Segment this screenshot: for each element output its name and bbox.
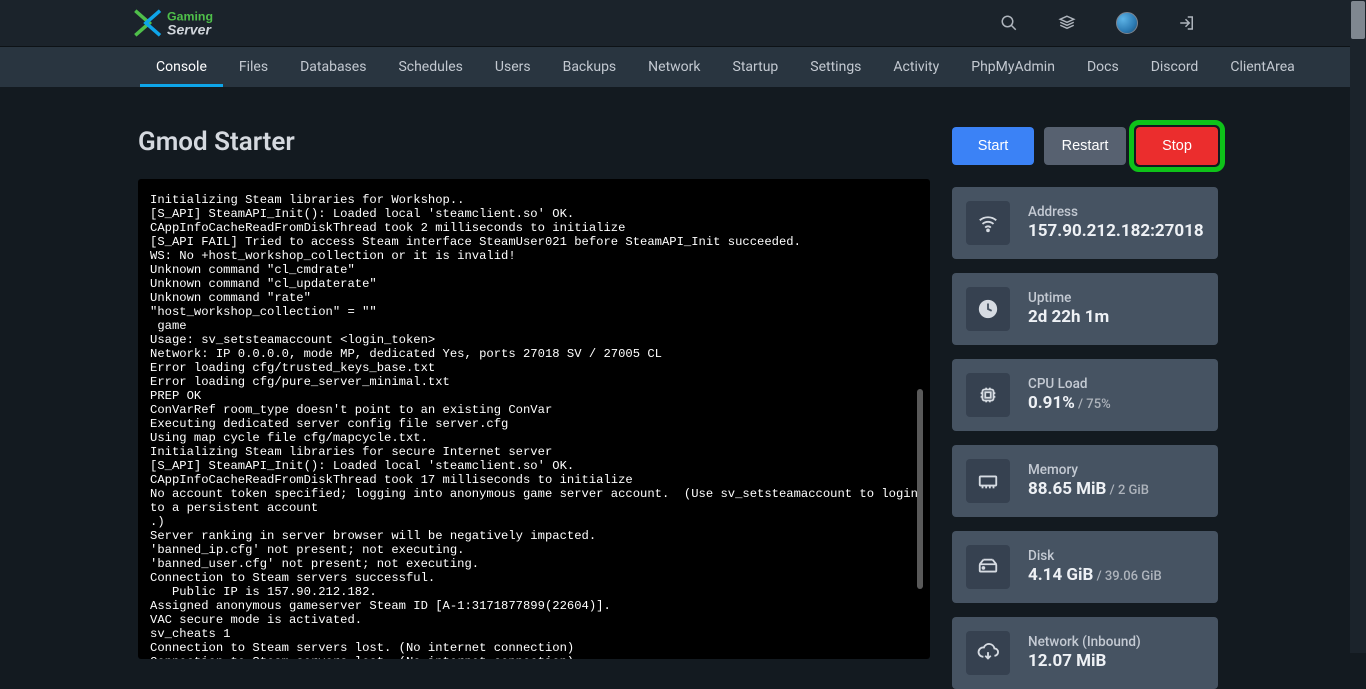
clock-icon — [966, 287, 1010, 331]
stat-value: 4.14 GiB / 39.06 GiB — [1028, 564, 1162, 586]
wifi-icon — [966, 201, 1010, 245]
console-scrollbar[interactable] — [917, 389, 923, 589]
layers-icon[interactable] — [1058, 14, 1076, 32]
console-output: Initializing Steam libraries for Worksho… — [138, 179, 930, 659]
stat-label: Address — [1028, 204, 1204, 220]
nav-clientarea[interactable]: ClientArea — [1214, 47, 1310, 87]
logout-icon[interactable] — [1178, 14, 1196, 32]
nav-startup[interactable]: Startup — [717, 47, 795, 87]
nav-users[interactable]: Users — [479, 47, 547, 87]
scrollbar-thumb[interactable] — [1351, 1, 1365, 39]
nav-databases[interactable]: Databases — [284, 47, 382, 87]
stat-disk: Disk 4.14 GiB / 39.06 GiB — [952, 531, 1218, 603]
stat-label: Uptime — [1028, 290, 1109, 306]
memory-icon — [966, 459, 1010, 503]
stat-value: 88.65 MiB / 2 GiB — [1028, 478, 1149, 500]
stat-memory: Memory 88.65 MiB / 2 GiB — [952, 445, 1218, 517]
stat-address: Address 157.90.212.182:27018 — [952, 187, 1218, 259]
stat-uptime: Uptime 2d 22h 1m — [952, 273, 1218, 345]
cloud-download-icon — [966, 631, 1010, 675]
header-actions — [1000, 12, 1316, 34]
start-button[interactable]: Start — [952, 127, 1034, 165]
nav-discord[interactable]: Discord — [1135, 47, 1215, 87]
svg-text:Server: Server — [167, 21, 212, 37]
restart-button[interactable]: Restart — [1044, 127, 1126, 165]
stat-label: Network (Inbound) — [1028, 634, 1141, 650]
stat-value: 157.90.212.182:27018 — [1028, 220, 1204, 242]
nav-settings[interactable]: Settings — [794, 47, 877, 87]
search-icon[interactable] — [1000, 14, 1018, 32]
nav-schedules[interactable]: Schedules — [382, 47, 478, 87]
stat-label: Memory — [1028, 462, 1149, 478]
nav-backups[interactable]: Backups — [547, 47, 633, 87]
nav-console[interactable]: Console — [140, 47, 223, 87]
nav-docs[interactable]: Docs — [1071, 47, 1135, 87]
stat-value: 12.07 MiB — [1028, 650, 1141, 672]
stop-button-label: Stop — [1162, 138, 1192, 154]
page-scrollbar[interactable] — [1350, 0, 1366, 653]
page-title: Gmod Starter — [138, 127, 930, 157]
nav-activity[interactable]: Activity — [877, 47, 955, 87]
action-buttons: Start Restart Stop — [952, 127, 1218, 165]
nav-files[interactable]: Files — [223, 47, 284, 87]
stat-cpu: CPU Load 0.91% / 75% — [952, 359, 1218, 431]
stat-value: 0.91% / 75% — [1028, 392, 1111, 414]
nav-phpmyadmin[interactable]: PhpMyAdmin — [955, 47, 1071, 87]
cpu-icon — [966, 373, 1010, 417]
top-header: Gaming Server — [0, 0, 1366, 47]
stat-value: 2d 22h 1m — [1028, 306, 1109, 328]
nav-bar: ConsoleFilesDatabasesSchedulesUsersBacku… — [0, 47, 1366, 87]
stop-button[interactable]: Stop — [1136, 127, 1218, 165]
brand-logo[interactable]: Gaming Server — [130, 5, 280, 41]
stat-network-inbound: Network (Inbound) 12.07 MiB — [952, 617, 1218, 689]
stat-label: Disk — [1028, 548, 1162, 564]
stat-label: CPU Load — [1028, 376, 1111, 392]
disk-icon — [966, 545, 1010, 589]
nav-network[interactable]: Network — [632, 47, 716, 87]
language-globe-icon[interactable] — [1116, 12, 1138, 34]
